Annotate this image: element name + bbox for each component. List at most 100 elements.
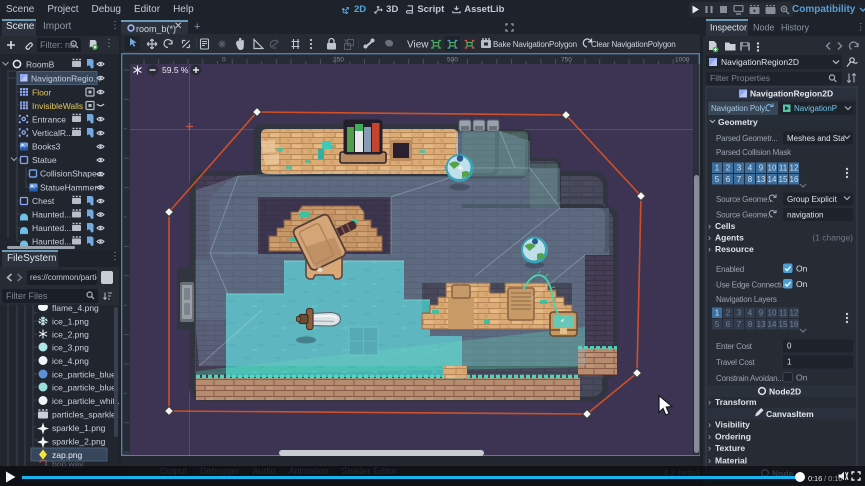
svg-text:VerticalR...: VerticalR... (32, 128, 73, 138)
svg-text:16: 16 (790, 175, 799, 184)
svg-text:›: › (708, 420, 711, 430)
svg-text:Navigation Poly...: Navigation Poly... (711, 104, 771, 113)
svg-text:1: 1 (715, 164, 720, 173)
svg-text:NavigationRegion2D: NavigationRegion2D (750, 89, 833, 99)
svg-text:Bake NavigationPolygon: Bake NavigationPolygon (493, 40, 577, 49)
svg-text:10: 10 (768, 164, 777, 173)
svg-text:›: › (708, 233, 711, 243)
svg-text:›: › (708, 443, 711, 453)
svg-text:Meshes and Sta: Meshes and Sta (787, 134, 845, 143)
svg-text:12: 12 (790, 164, 799, 173)
svg-text:8: 8 (748, 320, 753, 329)
svg-text:1000: 1000 (675, 57, 690, 64)
svg-text:250: 250 (333, 57, 344, 64)
svg-text:13: 13 (757, 320, 766, 329)
svg-text:Inspector: Inspector (710, 23, 747, 33)
svg-text:5: 5 (715, 175, 720, 184)
svg-text:›: › (708, 244, 711, 254)
svg-text:8: 8 (748, 175, 753, 184)
svg-text:Group Explicit: Group Explicit (787, 195, 838, 204)
svg-text:ice_particle_blue...: ice_particle_blue... (52, 370, 119, 380)
svg-text:3: 3 (737, 164, 742, 173)
svg-text:RoomB: RoomB (26, 60, 55, 70)
svg-text:15: 15 (779, 175, 788, 184)
svg-text:sparkle_2.png: sparkle_2.png (52, 437, 106, 447)
svg-text:9: 9 (759, 309, 764, 318)
svg-text:Agents: Agents (715, 233, 744, 243)
svg-text:›: › (708, 456, 711, 466)
svg-text:14: 14 (768, 320, 777, 329)
svg-text:750: 750 (561, 57, 572, 64)
svg-text:4: 4 (748, 164, 753, 173)
svg-text:navigation: navigation (787, 211, 823, 220)
svg-text:ice_particle_whit...: ice_particle_whit... (52, 396, 119, 406)
svg-text:⋮: ⋮ (856, 22, 865, 33)
svg-text:Books3: Books3 (32, 142, 61, 152)
svg-text:›: › (708, 221, 711, 231)
svg-text:Geometry: Geometry (718, 117, 758, 127)
svg-text:3: 3 (737, 309, 742, 318)
svg-text:CanvasItem: CanvasItem (766, 409, 814, 419)
svg-text:Ordering: Ordering (715, 432, 751, 442)
svg-text:flame_4.png: flame_4.png (52, 305, 99, 313)
svg-text:1: 1 (715, 309, 720, 318)
svg-text:Constrain Avoidan...: Constrain Avoidan... (716, 374, 783, 383)
svg-text:14: 14 (768, 175, 777, 184)
svg-text:NavigationRegio...: NavigationRegio... (31, 74, 100, 84)
svg-text:Transform: Transform (715, 397, 757, 407)
svg-text:InvisibleWalls: InvisibleWalls (32, 101, 83, 111)
svg-text:Texture: Texture (715, 443, 745, 453)
svg-text:Filter Properties: Filter Properties (710, 73, 770, 83)
svg-text:ice_particle_blue...: ice_particle_blue... (52, 383, 119, 393)
svg-text:2: 2 (726, 309, 731, 318)
svg-text:ice_4.png: ice_4.png (52, 356, 89, 366)
svg-text:0: 0 (787, 342, 792, 351)
svg-text:12: 12 (790, 309, 799, 318)
svg-text:0: 0 (222, 57, 226, 64)
svg-text:Parsed Geometr...: Parsed Geometr... (716, 134, 778, 143)
svg-text:Navigation Layers: Navigation Layers (716, 295, 777, 304)
svg-text:View: View (407, 40, 429, 51)
svg-text:sparkle_1.png: sparkle_1.png (52, 423, 106, 433)
svg-text:ice_2.png: ice_2.png (52, 330, 89, 340)
svg-text:Parsed Collision Mask: Parsed Collision Mask (716, 148, 792, 157)
svg-text:StatueHammer: StatueHammer (40, 183, 97, 193)
svg-text:Haunted...: Haunted... (32, 210, 71, 220)
svg-text:Statue: Statue (32, 155, 57, 165)
svg-text:On: On (796, 279, 808, 289)
svg-text:CollisionShape...: CollisionShape... (40, 169, 104, 179)
svg-text:Haunted...: Haunted... (32, 237, 71, 247)
svg-text:10: 10 (768, 309, 777, 318)
svg-text:11: 11 (779, 309, 788, 318)
svg-text:2: 2 (726, 164, 731, 173)
svg-text:Node2D: Node2D (769, 387, 801, 397)
svg-text:›: › (708, 397, 711, 407)
svg-text:Chest: Chest (32, 196, 55, 206)
svg-text:(1 change): (1 change) (812, 233, 853, 243)
svg-text:Enabled: Enabled (716, 265, 744, 274)
svg-text:ice_3.png: ice_3.png (52, 343, 89, 353)
svg-text:History: History (781, 23, 810, 33)
svg-text:7: 7 (737, 175, 742, 184)
svg-text:1: 1 (787, 358, 792, 367)
svg-text:On: On (796, 264, 808, 274)
svg-text:Entrance: Entrance (32, 115, 66, 125)
svg-text:6: 6 (726, 175, 731, 184)
svg-text:Use Edge Connecti...: Use Edge Connecti... (716, 281, 788, 290)
svg-text:16: 16 (790, 320, 799, 329)
svg-text:11: 11 (779, 164, 788, 173)
svg-text:15: 15 (779, 320, 788, 329)
svg-text:6: 6 (726, 320, 731, 329)
svg-text:Haunted...: Haunted... (32, 223, 71, 233)
svg-text:Cells: Cells (715, 221, 736, 231)
svg-text:5: 5 (715, 320, 720, 329)
svg-text:Source Geome...: Source Geome... (716, 195, 773, 204)
svg-text:NavigationRegion2D: NavigationRegion2D (721, 57, 799, 67)
svg-text:NavigationP: NavigationP (794, 104, 837, 113)
svg-text:13: 13 (757, 175, 766, 184)
svg-text:Travel Cost: Travel Cost (716, 358, 755, 367)
svg-text:Clear NavigationPolygon: Clear NavigationPolygon (591, 40, 676, 49)
svg-text:Material: Material (715, 456, 747, 466)
svg-text:ice_1.png: ice_1.png (52, 317, 89, 327)
svg-text:Node: Node (753, 23, 775, 33)
